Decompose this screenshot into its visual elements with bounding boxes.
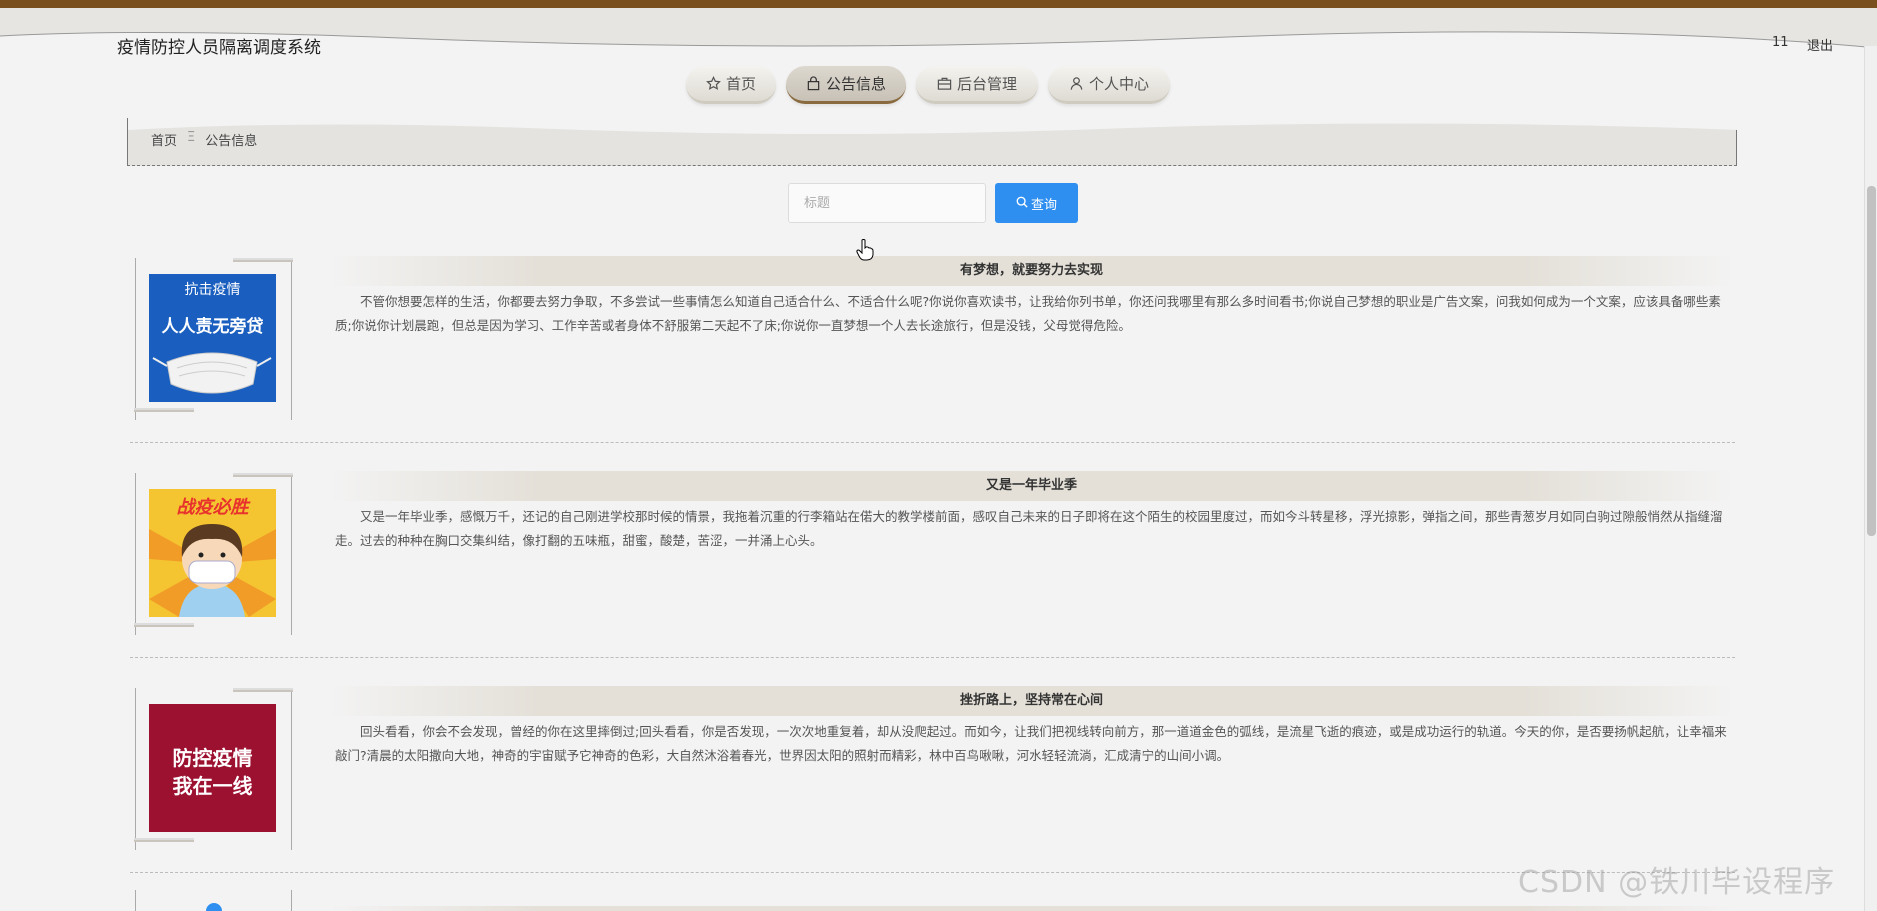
bag-icon (806, 76, 821, 91)
news-thumbnail[interactable]: 抗击疫情 人人责无旁贷 (149, 274, 276, 402)
breadcrumb: 首页 Ξ 公告信息 (151, 130, 257, 149)
mask-illustration (152, 352, 272, 394)
nav-item-admin[interactable]: 后台管理 (916, 66, 1038, 104)
news-item: 防控疫情 我在一线 挫折路上，坚持常在心间 回头看看，你会不会发现，曾经的你在这… (130, 675, 1735, 873)
poster-text: 防控疫情 (172, 746, 253, 770)
watermark: CSDN @铁川毕设程序 (1518, 865, 1836, 900)
breadcrumb-home[interactable]: 首页 (151, 130, 177, 149)
main-nav: 首页 公告信息 后台管理 个人中心 (0, 66, 1877, 106)
frame-ornament (134, 623, 194, 627)
thumbnail-frame: 抗击疫情 人人责无旁贷 (134, 258, 293, 420)
partial-thumbnail[interactable] (206, 903, 222, 911)
hand-cursor-icon (856, 239, 874, 265)
news-item: 抗击疫情 人人责无旁贷 有梦想，就要努力去实现 不管你想要怎样的生活，你都要去努… (130, 245, 1735, 443)
top-accent-bar (0, 0, 1877, 8)
frame-ornament (233, 688, 293, 692)
news-title-partial (330, 906, 1733, 911)
nav-label: 首页 (725, 75, 756, 93)
breadcrumb-separator: Ξ (187, 130, 196, 145)
breadcrumb-current: 公告信息 (205, 134, 258, 149)
poster-text: 我在一线 (172, 774, 253, 798)
star-icon (706, 76, 721, 91)
poster-text: 人人责无旁贷 (161, 317, 264, 337)
news-summary: 不管你想要怎样的生活，你都要去努力争取，不多尝试一些事情怎么知道自己适合什么、不… (335, 294, 1721, 333)
thumbnail-frame: 防控疫情 我在一线 (134, 688, 293, 850)
nav-item-announcements[interactable]: 公告信息 (786, 66, 906, 104)
nav-label: 公告信息 (825, 75, 886, 93)
nav-label: 个人中心 (1088, 75, 1149, 93)
news-thumbnail[interactable]: 防控疫情 我在一线 (149, 704, 276, 832)
breadcrumb-wave (128, 116, 1738, 134)
scrollbar[interactable] (1864, 46, 1877, 911)
news-summary: 回头看看，你会不会发现，曾经的你在这里摔倒过;回头看看，你是否发现，一次次地重复… (335, 724, 1727, 763)
logout-link[interactable]: 退出 (1807, 35, 1833, 54)
news-title[interactable]: 又是一年毕业季 (330, 471, 1733, 501)
nav-label: 后台管理 (956, 75, 1017, 93)
search-button[interactable]: 查询 (995, 183, 1078, 223)
frame-ornament (233, 473, 293, 477)
site-title: 疫情防控人员隔离调度系统 (117, 38, 321, 58)
scrollbar-thumb[interactable] (1867, 186, 1876, 536)
thumbnail-frame: 战疫必胜 (134, 473, 293, 635)
news-title[interactable]: 有梦想，就要努力去实现 (330, 256, 1733, 286)
frame-ornament (134, 838, 194, 842)
news-thumbnail[interactable]: 战疫必胜 (149, 489, 276, 617)
search-icon (1016, 196, 1028, 211)
nav-item-home[interactable]: 首页 (686, 66, 776, 104)
frame-ornament (233, 258, 293, 262)
thumbnail-frame (135, 890, 292, 911)
poster-text: 战疫必胜 (176, 497, 249, 518)
user-icon (1069, 76, 1084, 91)
header: 疫情防控人员隔离调度系统 11 退出 (0, 8, 1877, 60)
news-summary: 又是一年毕业季，感慨万千，还记的自己刚进学校那时候的情景，我拖着沉重的行李箱站在… (335, 509, 1723, 548)
nav-item-profile[interactable]: 个人中心 (1048, 66, 1170, 104)
news-item: 战疫必胜 又是一年毕业季 又是一年毕业季，感慨万千，还记的自己刚进学校那时候的情… (130, 460, 1735, 658)
user-name: 11 (1772, 35, 1789, 50)
poster-text: 抗击疫情 (184, 282, 241, 298)
frame-ornament (134, 408, 194, 412)
news-title[interactable]: 挫折路上，坚持常在心间 (330, 686, 1733, 716)
briefcase-icon (937, 76, 952, 91)
search-button-label: 查询 (1030, 196, 1057, 212)
title-search-input[interactable] (788, 183, 986, 223)
breadcrumb-box: 首页 Ξ 公告信息 (127, 116, 1738, 166)
